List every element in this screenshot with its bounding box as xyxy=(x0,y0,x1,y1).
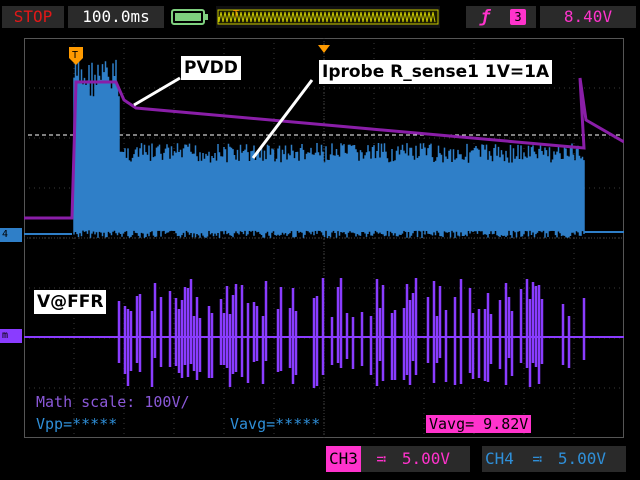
ch4-scale: 5.00V xyxy=(557,449,606,468)
vavg-readout: Vavg=***** xyxy=(230,415,321,433)
ch3-label: CH3 xyxy=(326,446,361,472)
iprobe-label: Iprobe R_sense1 1V=1A xyxy=(319,60,553,84)
vffr-label: V@FFR xyxy=(34,290,107,314)
ch4-label: CH4 xyxy=(485,449,514,468)
dc-coupling-icon: ≕ xyxy=(376,449,387,468)
math-scale-readout: Math scale: 100V/ xyxy=(36,393,190,411)
pvdd-label: PVDD xyxy=(181,56,241,80)
channel-bar: CH3 ≕ 5.00V CH4 ≕ 5.00V xyxy=(0,440,640,480)
ch4-settings[interactable]: CH4 ≕ 5.00V xyxy=(482,446,626,472)
ch3-settings[interactable]: CH3 ≕ 5.00V xyxy=(326,446,470,472)
vavg-ch3-readout: Vavg= 9.82V xyxy=(426,415,532,433)
ch3-scale: 5.00V xyxy=(401,449,450,468)
dc-coupling-icon: ≕ xyxy=(532,449,543,468)
vpp-readout: Vpp=***** xyxy=(36,415,118,433)
